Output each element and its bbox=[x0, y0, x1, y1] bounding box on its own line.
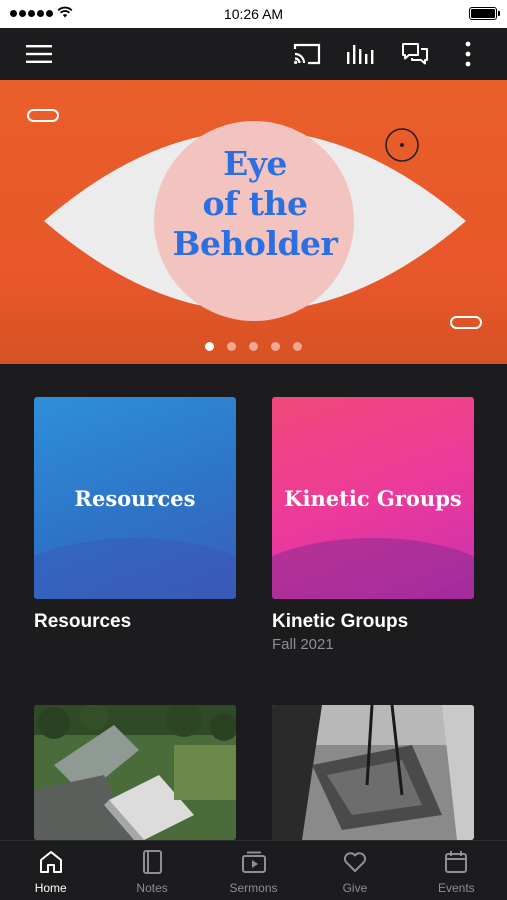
card-kinetic-groups[interactable]: Kinetic Groups Kinetic Groups Fall 2021 bbox=[272, 397, 474, 653]
hamburger-menu-icon bbox=[26, 45, 52, 63]
card-resources[interactable]: Resources Resources bbox=[34, 397, 236, 633]
tab-label: Home bbox=[34, 881, 67, 895]
black-and-white-photo bbox=[272, 705, 474, 840]
tab-give[interactable]: Give bbox=[304, 841, 405, 900]
notes-icon bbox=[143, 850, 163, 874]
sermons-icon bbox=[241, 851, 266, 873]
heart-icon bbox=[343, 852, 366, 872]
more-vertical-icon bbox=[465, 41, 471, 67]
hero-title-line1: Eye bbox=[223, 144, 287, 183]
status-time: 10:26 AM bbox=[223, 6, 284, 22]
hero-title: Eye of the Beholder bbox=[155, 144, 355, 264]
card-bw-photo[interactable] bbox=[272, 705, 474, 840]
aerial-campus-photo bbox=[34, 705, 236, 840]
chat-bubbles-icon bbox=[402, 43, 428, 65]
live-audio-button[interactable] bbox=[344, 38, 376, 70]
carousel-dot[interactable] bbox=[227, 342, 236, 351]
carousel-pagination bbox=[0, 342, 507, 351]
battery-icon bbox=[469, 7, 500, 20]
tab-events[interactable]: Events bbox=[406, 841, 507, 900]
content-grid: Resources Resources Kinetic Groups Kinet… bbox=[0, 364, 507, 840]
calendar-icon bbox=[445, 851, 468, 873]
audio-bars-icon bbox=[347, 45, 374, 64]
cast-button[interactable] bbox=[291, 38, 323, 70]
tab-notes[interactable]: Notes bbox=[101, 841, 202, 900]
hero-title-line3: Beholder bbox=[172, 224, 338, 263]
bottom-tab-bar: Home Notes Sermons Give Events bbox=[0, 840, 507, 900]
card-aerial-photo[interactable] bbox=[34, 705, 236, 840]
card-image[interactable]: Kinetic Groups bbox=[272, 397, 474, 599]
card-subtitle: Fall 2021 bbox=[272, 636, 334, 653]
chat-button[interactable] bbox=[399, 38, 431, 70]
hero-banner[interactable]: Eye of the Beholder bbox=[0, 80, 507, 364]
tab-label: Give bbox=[342, 881, 368, 895]
carousel-dot[interactable] bbox=[205, 342, 214, 351]
home-icon bbox=[39, 851, 62, 873]
cast-icon bbox=[293, 43, 321, 65]
app-bar bbox=[0, 28, 507, 80]
hero-title-line2: of the bbox=[202, 184, 308, 223]
menu-button[interactable] bbox=[23, 38, 55, 70]
more-options-button[interactable] bbox=[452, 38, 484, 70]
card-title: Resources bbox=[34, 611, 132, 632]
tab-home[interactable]: Home bbox=[0, 841, 101, 900]
tab-label: Sermons bbox=[229, 881, 278, 895]
tab-sermons[interactable]: Sermons bbox=[203, 841, 304, 900]
carousel-dot[interactable] bbox=[271, 342, 280, 351]
tab-label: Notes bbox=[136, 881, 168, 895]
card-title: Kinetic Groups bbox=[272, 611, 409, 632]
carousel-dot[interactable] bbox=[249, 342, 258, 351]
card-image-text: Kinetic Groups bbox=[284, 485, 462, 511]
card-image-text: Resources bbox=[74, 485, 196, 511]
status-bar: 10:26 AM bbox=[0, 0, 507, 28]
tab-label: Events bbox=[437, 881, 475, 895]
card-image[interactable]: Resources bbox=[34, 397, 236, 599]
carousel-dot[interactable] bbox=[293, 342, 302, 351]
